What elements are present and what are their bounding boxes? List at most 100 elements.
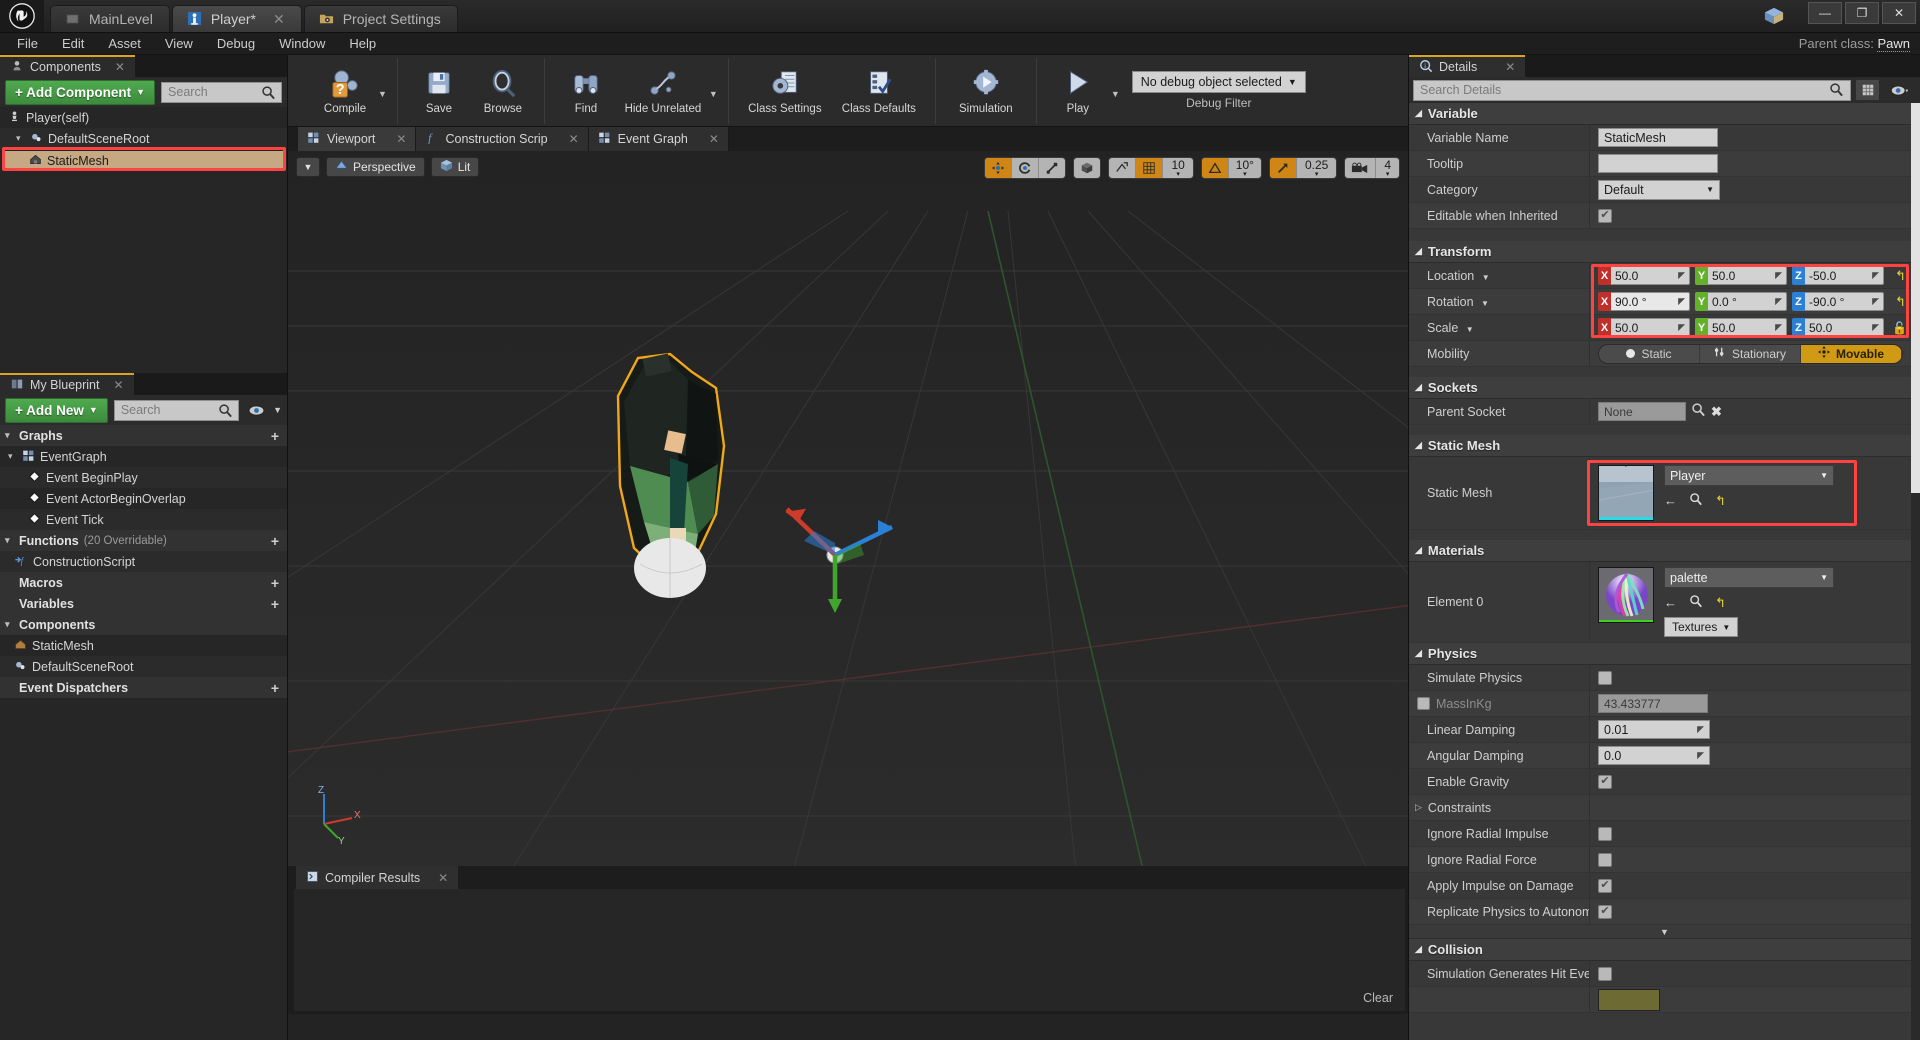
3d-viewport[interactable]: ▼ Perspective Lit 10 ▾ 10° ▾ 0.25 ▾ 4 ▾ … (288, 151, 1408, 866)
details-layout-button[interactable] (1855, 79, 1880, 101)
clear-button[interactable]: Clear (1363, 991, 1393, 1005)
location-y[interactable]: Y 50.0 ◤ (1695, 266, 1787, 285)
blueprint-component-defaultsceneroot[interactable]: DefaultSceneRoot (0, 656, 287, 677)
add-new-button[interactable]: + Add New ▼ (5, 397, 108, 423)
blueprint-item-beginplay[interactable]: Event BeginPlay (0, 467, 287, 488)
chevron-down-icon[interactable]: ▼ (709, 89, 718, 99)
chevron-down-icon[interactable]: ▾ (8, 451, 17, 462)
section-physics[interactable]: ◢ Physics (1409, 643, 1920, 665)
drag-handle-icon[interactable]: ◤ (1678, 296, 1685, 307)
blueprint-component-staticmesh[interactable]: StaticMesh (0, 635, 287, 656)
expand-advanced-button[interactable]: ▼ (1409, 925, 1920, 939)
drag-handle-icon[interactable]: ◤ (1775, 322, 1782, 333)
massinkg-override-checkbox[interactable] (1417, 697, 1430, 710)
ignore-radial-force-checkbox[interactable] (1598, 852, 1612, 867)
category-select[interactable]: Default ▼ (1598, 179, 1720, 200)
chevron-down-icon[interactable]: ▼ (273, 405, 282, 415)
save-button[interactable]: Save (408, 64, 470, 117)
rotation-y[interactable]: Y 0.0 ° ◤ (1695, 292, 1787, 311)
find-button[interactable]: Find (555, 64, 617, 117)
drag-handle-icon[interactable]: ◤ (1872, 270, 1879, 281)
scale-y-input[interactable]: 50.0 ◤ (1708, 318, 1787, 337)
browse-button[interactable]: Browse (472, 64, 534, 117)
static-mesh-thumbnail[interactable] (1598, 465, 1654, 521)
drag-handle-icon[interactable]: ◤ (1697, 724, 1704, 735)
grid-snap-toggle[interactable] (1136, 158, 1164, 178)
world-space-icon[interactable] (1074, 158, 1100, 178)
play-button[interactable]: Play (1047, 64, 1109, 117)
blueprint-item-eventgraph[interactable]: ▾ EventGraph (0, 446, 287, 467)
rotation-z[interactable]: Z -90.0 ° ◤ (1792, 292, 1884, 311)
angle-snap-value[interactable]: 10° ▾ (1229, 158, 1261, 178)
viewport-options-button[interactable]: ▼ (296, 157, 320, 177)
section-collision[interactable]: ◢ Collision (1409, 939, 1920, 961)
mobility-movable-option[interactable]: Movable (1801, 344, 1902, 363)
browse-to-asset-icon[interactable] (1689, 594, 1703, 611)
rotation-x[interactable]: X 90.0 ° ◤ (1598, 292, 1690, 311)
drag-handle-icon[interactable]: ◤ (1697, 750, 1704, 761)
close-button[interactable]: ✕ (1882, 2, 1916, 24)
scale-z[interactable]: Z 50.0 ◤ (1792, 318, 1884, 337)
mobility-static-option[interactable]: Static (1599, 344, 1700, 363)
hide-unrelated-button[interactable]: Hide Unrelated (619, 64, 707, 117)
add-icon[interactable]: + (271, 533, 279, 549)
component-row-defaultsceneroot[interactable]: ▾ DefaultSceneRoot (0, 128, 287, 149)
tab-event-graph[interactable]: Event Graph ✕ (588, 127, 729, 151)
transform-gizmo[interactable] (774, 493, 904, 618)
replicate-physics-checkbox[interactable] (1598, 904, 1612, 919)
details-visibility-button[interactable] (1884, 79, 1916, 101)
row-constraints[interactable]: ▷ Constraints (1409, 795, 1920, 821)
camera-speed-value[interactable]: 4 ▾ (1376, 158, 1399, 178)
camera-icon[interactable] (1345, 158, 1377, 178)
section-transform[interactable]: ◢ Transform (1409, 241, 1920, 263)
surface-snap-icon[interactable] (1109, 158, 1137, 178)
details-scroll-area[interactable]: ◢ Variable Variable Name StaticMesh Tool… (1409, 103, 1920, 1040)
scale-lock-icon[interactable]: 🔓 (1892, 321, 1907, 335)
tooltip-input[interactable] (1598, 154, 1718, 173)
tab-viewport[interactable]: Viewport ✕ (298, 127, 417, 151)
add-icon[interactable]: + (271, 680, 279, 696)
group-macros[interactable]: ▾ Macros + (0, 572, 287, 593)
simulation-button[interactable]: Simulation (946, 64, 1026, 117)
debug-object-selector[interactable]: No debug object selected ▼ (1131, 71, 1306, 93)
scale-y[interactable]: Y 50.0 ◤ (1695, 318, 1787, 337)
class-defaults-button[interactable]: Class Defaults (833, 64, 925, 117)
window-tab-0[interactable]: MainLevel (50, 5, 170, 32)
ignore-radial-impulse-checkbox[interactable] (1598, 826, 1612, 841)
chevron-down-icon[interactable]: ▼ (1111, 89, 1120, 99)
use-selected-arrow-icon[interactable]: ← (1664, 595, 1677, 610)
blueprint-item-eventtick[interactable]: Event Tick (0, 509, 287, 530)
chevron-down-icon[interactable]: ▾ (5, 619, 14, 630)
drag-handle-icon[interactable]: ◤ (1872, 322, 1879, 333)
use-selected-arrow-icon[interactable]: ← (1664, 493, 1677, 508)
chevron-down-icon[interactable]: ▾ (16, 133, 25, 144)
reset-asset-icon[interactable]: ↰ (1715, 595, 1726, 611)
location-z-input[interactable]: -50.0 ◤ (1805, 266, 1884, 285)
minimize-button[interactable]: — (1808, 2, 1842, 24)
menu-help[interactable]: Help (338, 34, 387, 53)
socket-search-icon[interactable] (1691, 402, 1706, 422)
section-sockets[interactable]: ◢ Sockets (1409, 377, 1920, 399)
close-icon[interactable]: ✕ (1505, 60, 1515, 74)
menu-view[interactable]: View (154, 34, 204, 53)
details-scrollbar-thumb[interactable] (1911, 103, 1920, 493)
simulation-generates-hit-event-checkbox[interactable] (1598, 966, 1612, 981)
location-x-input[interactable]: 50.0 ◤ (1611, 266, 1690, 285)
rotation-z-input[interactable]: -90.0 ° ◤ (1805, 292, 1884, 311)
close-icon[interactable]: ✕ (113, 378, 123, 392)
scale-snap-value[interactable]: 0.25 ▾ (1297, 158, 1336, 178)
rotation-x-input[interactable]: 90.0 ° ◤ (1611, 292, 1690, 311)
grid-snap-value[interactable]: 10 ▾ (1163, 158, 1192, 178)
window-tab-2[interactable]: Project Settings (303, 5, 458, 32)
close-icon[interactable]: ✕ (438, 871, 448, 885)
myblueprint-search-input[interactable]: Search (113, 399, 240, 421)
blueprint-item-actorbeginoverlap[interactable]: Event ActorBeginOverlap (0, 488, 287, 509)
reset-asset-icon[interactable]: ↰ (1715, 493, 1726, 509)
scale-x[interactable]: X 50.0 ◤ (1598, 318, 1690, 337)
section-variable[interactable]: ◢ Variable (1409, 103, 1920, 125)
close-icon[interactable]: ✕ (115, 60, 125, 74)
compile-button[interactable]: ? Compile (314, 64, 376, 117)
section-materials[interactable]: ◢ Materials (1409, 540, 1920, 562)
reset-rotation-icon[interactable]: ↰ (1895, 294, 1906, 310)
menu-debug[interactable]: Debug (206, 34, 266, 53)
